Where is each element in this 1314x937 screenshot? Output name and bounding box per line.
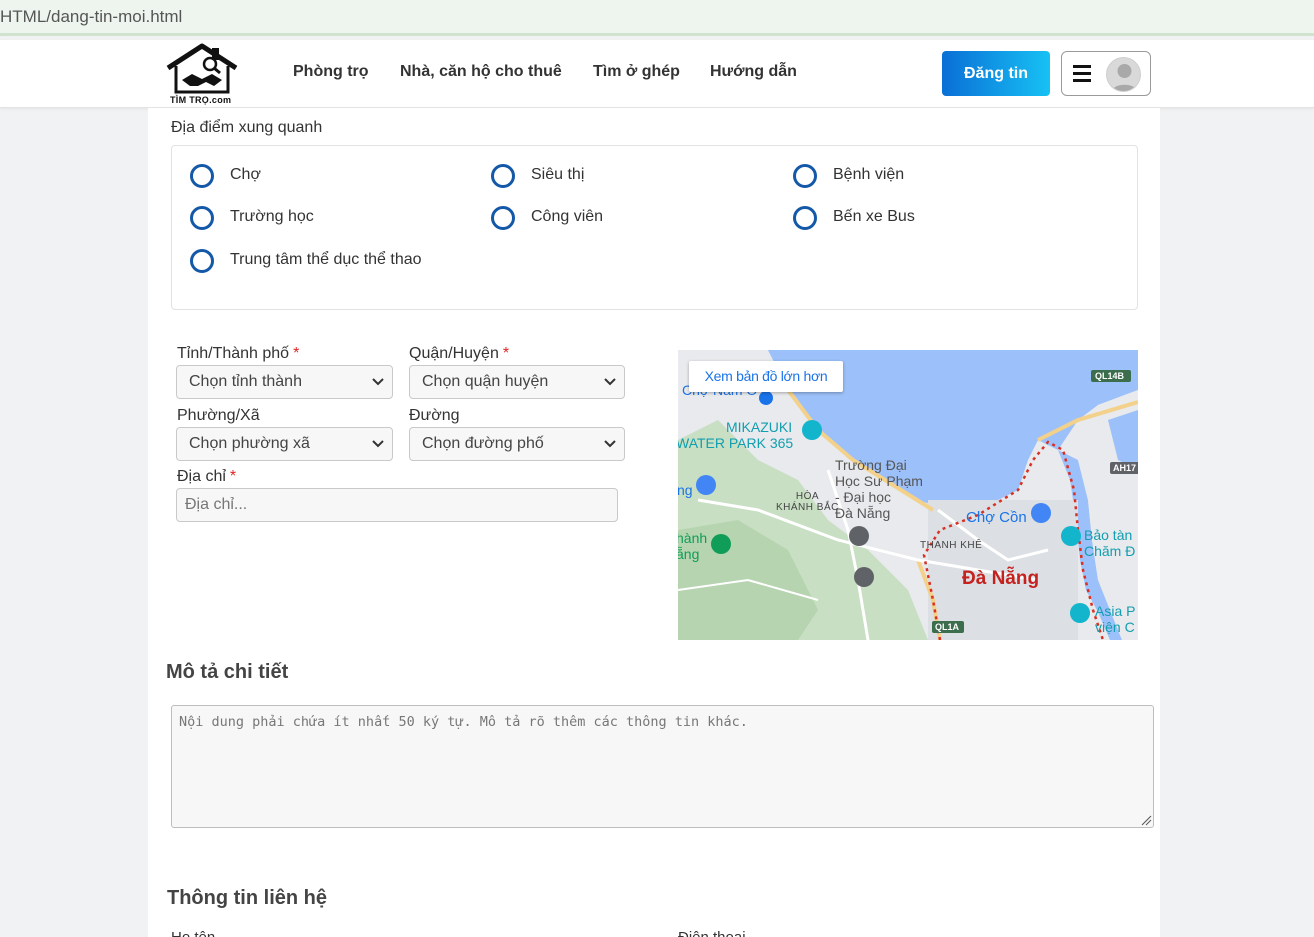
- required-mark: *: [229, 468, 237, 485]
- map-label-asia-line: viện C: [1095, 619, 1135, 635]
- amenity-label: Trung tâm thể dục thể thao: [230, 251, 422, 268]
- address-label-text: Địa chỉ: [177, 468, 226, 485]
- map-label-university-line: - Đại học: [835, 489, 892, 505]
- amenity-label: Công viên: [531, 208, 604, 225]
- chevron-down-icon: [372, 440, 384, 448]
- radio-button[interactable]: [793, 164, 817, 188]
- nav-huong-dan[interactable]: Hướng dẫn: [710, 63, 797, 81]
- street-select[interactable]: Chọn đường phố: [409, 427, 625, 461]
- site-logo[interactable]: TÌM TRỌ.com: [162, 42, 244, 106]
- district-label-text: Quận/Huyện: [409, 345, 499, 362]
- address-input[interactable]: [176, 488, 618, 522]
- nav-nha-can-ho[interactable]: Nhà, căn hộ cho thuê: [400, 63, 562, 81]
- district-select[interactable]: Chọn quận huyện: [409, 365, 625, 399]
- radio-button[interactable]: [190, 249, 214, 273]
- map-label-hoa-khanh-line: HÒA: [795, 491, 820, 502]
- avatar: [1106, 57, 1141, 92]
- map-label-hoa-khanh-line: KHÁNH BẮC: [776, 502, 839, 513]
- nav-tim-o-ghep[interactable]: Tìm ở ghép: [593, 63, 680, 81]
- resize-grip-icon[interactable]: [1140, 814, 1152, 826]
- amenity-label: Bến xe Bus: [833, 208, 915, 225]
- map-label-thanh-khe: THANH KHÊ: [920, 540, 983, 551]
- road-shield-ah17: AH17: [1113, 463, 1137, 473]
- map-label-left-line: ẵng: [678, 546, 700, 562]
- contact-phone-label: Điện thoại: [678, 929, 746, 937]
- radio-button[interactable]: [491, 206, 515, 230]
- address-label: Địa chỉ *: [177, 468, 236, 486]
- contact-name-label: Họ tên: [171, 929, 215, 937]
- ward-label: Phường/Xã: [177, 407, 260, 424]
- map-label-university-line: Trường Đại: [835, 457, 907, 473]
- required-mark: *: [502, 345, 510, 362]
- map-label-cho-con: Chợ Cồn: [966, 509, 1027, 526]
- chevron-down-icon: [604, 440, 616, 448]
- province-label-text: Tỉnh/Thành phố: [177, 345, 290, 362]
- map-label-bao-tang-line: Bảo tàn: [1084, 527, 1133, 543]
- hamburger-menu-icon: [1073, 65, 1091, 82]
- district-label: Quận/Huyện *: [409, 345, 509, 363]
- radio-button[interactable]: [491, 164, 515, 188]
- map-label-university-line: Đà Nẵng: [835, 505, 891, 521]
- map-label-hoa-khanh: HÒA KHÁNH BẮC: [776, 491, 839, 513]
- map-label-bao-tang: Bảo tàn Chăm Đ: [1084, 527, 1135, 559]
- amenities-title: Địa điểm xung quanh: [171, 119, 323, 136]
- road-shield-ql1a: QL1A: [935, 622, 960, 632]
- map-label-left: hành ẵng: [678, 530, 707, 562]
- province-label: Tỉnh/Thành phố *: [177, 345, 299, 363]
- district-select-value: Chọn quận huyện: [422, 373, 549, 390]
- ward-select[interactable]: Chọn phường xã: [176, 427, 393, 461]
- amenity-label: Chợ: [230, 166, 261, 183]
- map-label-asia: Asia P viện C: [1095, 603, 1135, 635]
- map-label-da-nang: Đà Nẵng: [962, 568, 1040, 589]
- map-embed[interactable]: Chợ Nam Ô MIKAZUKI WATER PARK 365 Trường…: [678, 350, 1138, 640]
- map-label-university-line: Học Sư Phạm: [835, 473, 923, 489]
- road-shield-ql14b: QL14B: [1095, 371, 1125, 381]
- map-label-bao-tang-line: Chăm Đ: [1084, 543, 1136, 559]
- user-menu-button[interactable]: [1061, 51, 1151, 96]
- url-text: HTML/dang-tin-moi.html: [0, 7, 183, 26]
- view-larger-map-button[interactable]: Xem bản đồ lớn hơn: [689, 361, 843, 392]
- description-textarea[interactable]: [171, 705, 1154, 828]
- required-mark: *: [293, 345, 300, 362]
- street-select-value: Chọn đường phố: [422, 435, 544, 452]
- radio-button[interactable]: [190, 206, 214, 230]
- ward-select-value: Chọn phường xã: [189, 435, 310, 452]
- nav-phong-tro[interactable]: Phòng trọ: [293, 63, 369, 81]
- chevron-down-icon: [604, 378, 616, 386]
- browser-address-bar[interactable]: HTML/dang-tin-moi.html: [0, 0, 1314, 36]
- map-label-university: Trường Đại Học Sư Phạm - Đại học Đà Nẵng: [835, 457, 923, 521]
- amenities-box: [171, 145, 1138, 310]
- province-select[interactable]: Chọn tỉnh thành: [176, 365, 393, 399]
- map-label-left-ng: ng: [678, 482, 693, 498]
- amenity-label: Siêu thị: [531, 166, 585, 183]
- radio-button[interactable]: [793, 206, 817, 230]
- province-select-value: Chọn tỉnh thành: [189, 373, 302, 390]
- amenity-label: Bệnh viện: [833, 166, 905, 183]
- description-title: Mô tả chi tiết: [166, 661, 289, 683]
- map-label-left-line: hành: [678, 530, 708, 546]
- amenity-label: Trường học: [230, 208, 314, 225]
- contact-title: Thông tin liên hệ: [167, 887, 327, 909]
- radio-button[interactable]: [190, 164, 214, 188]
- post-listing-button[interactable]: Đăng tin: [942, 51, 1050, 96]
- map-label-mikazuki: MIKAZUKI: [726, 419, 793, 435]
- chevron-down-icon: [372, 378, 384, 386]
- map-label-water-park: WATER PARK 365: [678, 435, 794, 451]
- top-navbar: TÌM TRỌ.com Phòng trọ Nhà, căn hộ cho th…: [0, 40, 1314, 108]
- logo-text: TÌM TRỌ.com: [170, 95, 232, 105]
- map-label-asia-line: Asia P: [1095, 603, 1136, 619]
- street-label: Đường: [409, 407, 460, 424]
- user-silhouette-icon: [1111, 64, 1138, 91]
